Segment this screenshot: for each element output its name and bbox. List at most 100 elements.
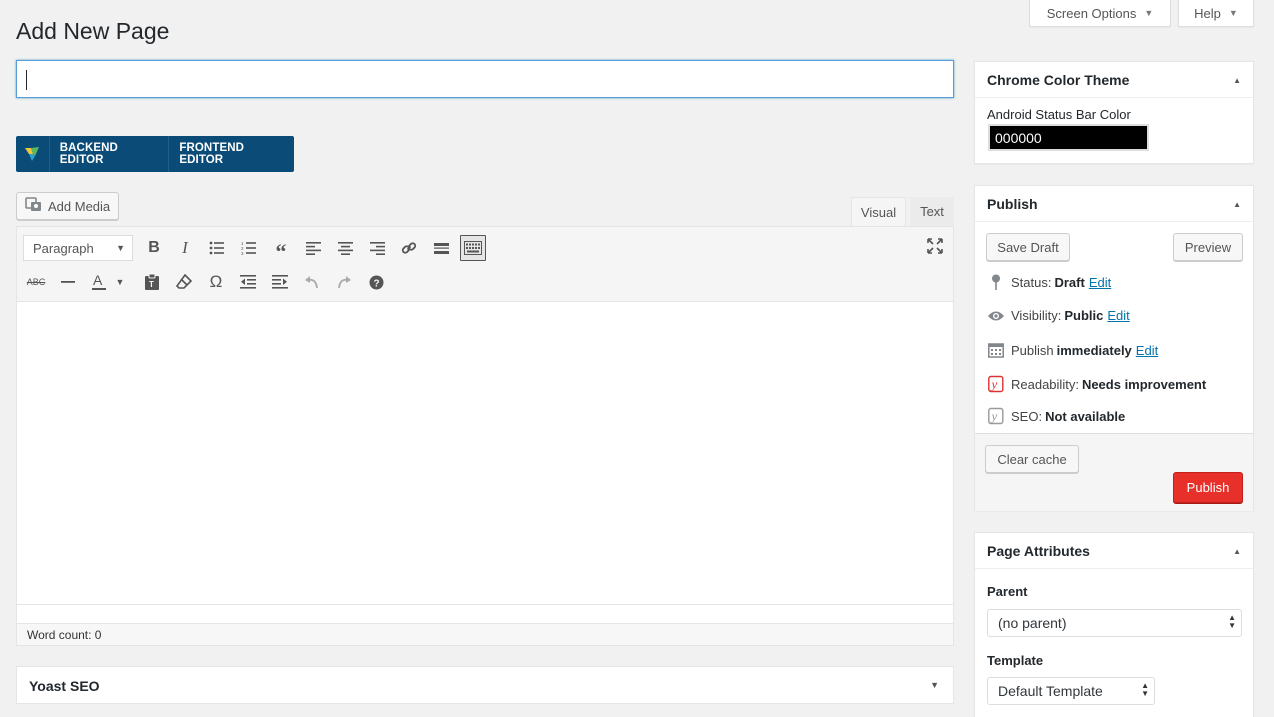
select-arrows-icon: ▲ ▼ bbox=[1141, 681, 1149, 698]
help-icon[interactable]: ? bbox=[363, 269, 389, 295]
yoast-readability-icon: y bbox=[985, 375, 1007, 393]
paste-text-icon[interactable]: T bbox=[139, 269, 165, 295]
status-row: Status: Draft Edit bbox=[985, 274, 1111, 290]
pin-icon bbox=[985, 274, 1007, 290]
visibility-label: Visibility: bbox=[1011, 308, 1062, 323]
special-character-icon[interactable]: Ω bbox=[203, 269, 229, 295]
publish-box: Publish ▲ Save Draft Preview Status: Dra… bbox=[974, 185, 1254, 511]
tab-visual[interactable]: Visual bbox=[851, 197, 906, 226]
caret-down-icon[interactable]: ▼ bbox=[113, 269, 127, 295]
svg-text:A: A bbox=[93, 273, 103, 288]
edit-visibility-link[interactable]: Edit bbox=[1107, 308, 1129, 323]
seo-row: y SEO: Not available bbox=[985, 407, 1125, 425]
save-draft-button[interactable]: Save Draft bbox=[986, 233, 1070, 261]
publish-value: immediately bbox=[1056, 342, 1132, 358]
clear-formatting-icon[interactable] bbox=[171, 269, 197, 295]
help-label: Help bbox=[1194, 5, 1221, 21]
redo-icon[interactable] bbox=[331, 269, 357, 295]
vc-logo-icon bbox=[16, 136, 50, 172]
page-attributes-title: Page Attributes bbox=[987, 543, 1090, 559]
help-button[interactable]: Help ▼ bbox=[1178, 0, 1254, 27]
screen-options-button[interactable]: Screen Options ▼ bbox=[1029, 0, 1171, 27]
template-select[interactable]: Default Template ▲ ▼ bbox=[987, 677, 1155, 705]
template-label: Template bbox=[987, 653, 1044, 668]
chrome-color-theme-title: Chrome Color Theme bbox=[987, 72, 1130, 88]
publish-button[interactable]: Publish bbox=[1173, 472, 1243, 503]
bold-icon[interactable]: B bbox=[141, 235, 167, 261]
publish-label: Publish bbox=[1011, 342, 1054, 358]
svg-text:y: y bbox=[990, 377, 998, 392]
edit-status-link[interactable]: Edit bbox=[1089, 275, 1111, 290]
seo-value: Not available bbox=[1045, 408, 1126, 424]
editor-toolbar: Paragraph ▼ B I 123 “ ABC A ▼ T Ω ? bbox=[17, 227, 953, 302]
format-select[interactable]: Paragraph ▼ bbox=[23, 235, 133, 261]
parent-label: Parent bbox=[987, 584, 1028, 599]
svg-text:y: y bbox=[990, 409, 998, 424]
blockquote-icon[interactable]: “ bbox=[268, 235, 294, 264]
yoast-seo-title: Yoast SEO bbox=[29, 678, 100, 694]
bulleted-list-icon[interactable] bbox=[204, 235, 230, 261]
readability-label: Readability: bbox=[1011, 376, 1079, 392]
numbered-list-icon[interactable]: 123 bbox=[236, 235, 262, 261]
page-attributes-box: Page Attributes ▲ Parent (no parent) ▲ ▼ … bbox=[974, 532, 1254, 717]
indent-icon[interactable] bbox=[267, 269, 293, 295]
parent-select[interactable]: (no parent) ▲ ▼ bbox=[987, 609, 1242, 637]
page-attributes-header[interactable]: Page Attributes ▲ bbox=[975, 533, 1253, 569]
caret-down-icon: ▼ bbox=[1228, 8, 1238, 18]
caret-down-icon: ▼ bbox=[116, 243, 125, 253]
status-bar-color-input[interactable]: 000000 bbox=[988, 124, 1149, 151]
text-color-icon[interactable]: A bbox=[87, 269, 113, 295]
publish-title: Publish bbox=[987, 196, 1038, 212]
status-bar-color-label: Android Status Bar Color bbox=[987, 107, 1131, 122]
strikethrough-icon[interactable]: ABC bbox=[23, 269, 49, 295]
yoast-seo-box[interactable]: Yoast SEO ▼ bbox=[16, 666, 954, 704]
readability-value: Needs improvement bbox=[1081, 376, 1207, 392]
parent-select-value: (no parent) bbox=[998, 615, 1067, 631]
caret-up-icon: ▲ bbox=[1233, 76, 1241, 85]
frontend-editor-button[interactable]: FRONTEND EDITOR bbox=[169, 136, 294, 172]
title-input[interactable] bbox=[16, 60, 954, 98]
horizontal-line-icon[interactable] bbox=[55, 269, 81, 295]
status-value: Draft bbox=[1054, 274, 1085, 290]
align-left-icon[interactable] bbox=[300, 235, 326, 261]
media-icon bbox=[25, 197, 42, 215]
preview-button[interactable]: Preview bbox=[1173, 233, 1243, 261]
backend-editor-button[interactable]: BACKEND EDITOR bbox=[50, 136, 170, 172]
fullscreen-icon[interactable] bbox=[922, 233, 948, 259]
clear-cache-button[interactable]: Clear cache bbox=[985, 445, 1079, 473]
screen-options-label: Screen Options bbox=[1046, 5, 1137, 21]
content-editor: Paragraph ▼ B I 123 “ ABC A ▼ T Ω ? Word… bbox=[16, 226, 954, 646]
tab-text[interactable]: Text bbox=[910, 197, 954, 226]
svg-text:?: ? bbox=[373, 278, 379, 289]
edit-publish-date-link[interactable]: Edit bbox=[1136, 343, 1158, 358]
yoast-seo-icon: y bbox=[985, 407, 1007, 425]
add-media-button[interactable]: Add Media bbox=[16, 192, 119, 220]
visibility-value: Public bbox=[1064, 308, 1104, 323]
seo-label: SEO: bbox=[1011, 408, 1043, 424]
eye-icon bbox=[985, 310, 1007, 322]
visibility-row: Visibility: Public Edit bbox=[985, 308, 1130, 323]
editor-content-area[interactable] bbox=[17, 302, 953, 604]
editor-path-bar bbox=[17, 604, 953, 623]
caret-up-icon: ▲ bbox=[1233, 547, 1241, 556]
align-right-icon[interactable] bbox=[364, 235, 390, 261]
chrome-color-theme-header[interactable]: Chrome Color Theme ▲ bbox=[975, 62, 1253, 98]
undo-icon[interactable] bbox=[299, 269, 325, 295]
toolbar-toggle-icon[interactable] bbox=[460, 235, 486, 261]
select-arrows-icon: ▲ ▼ bbox=[1228, 613, 1236, 630]
caret-down-icon: ▼ bbox=[1144, 8, 1154, 18]
italic-icon[interactable]: I bbox=[172, 235, 198, 261]
publish-header[interactable]: Publish ▲ bbox=[975, 186, 1253, 222]
add-media-label: Add Media bbox=[48, 198, 111, 214]
page-title: Add New Page bbox=[16, 18, 170, 44]
link-icon[interactable] bbox=[396, 235, 422, 261]
outdent-icon[interactable] bbox=[235, 269, 261, 295]
vc-editor-bar: BACKEND EDITOR FRONTEND EDITOR bbox=[16, 136, 294, 172]
status-label: Status: bbox=[1011, 274, 1052, 290]
align-center-icon[interactable] bbox=[332, 235, 358, 261]
publish-actions: Clear cache Publish bbox=[975, 433, 1253, 511]
chrome-color-theme-box: Chrome Color Theme ▲ Android Status Bar … bbox=[974, 61, 1254, 164]
caret-up-icon: ▲ bbox=[1233, 200, 1241, 209]
caret-down-icon: ▼ bbox=[930, 680, 939, 690]
read-more-icon[interactable] bbox=[428, 235, 454, 261]
